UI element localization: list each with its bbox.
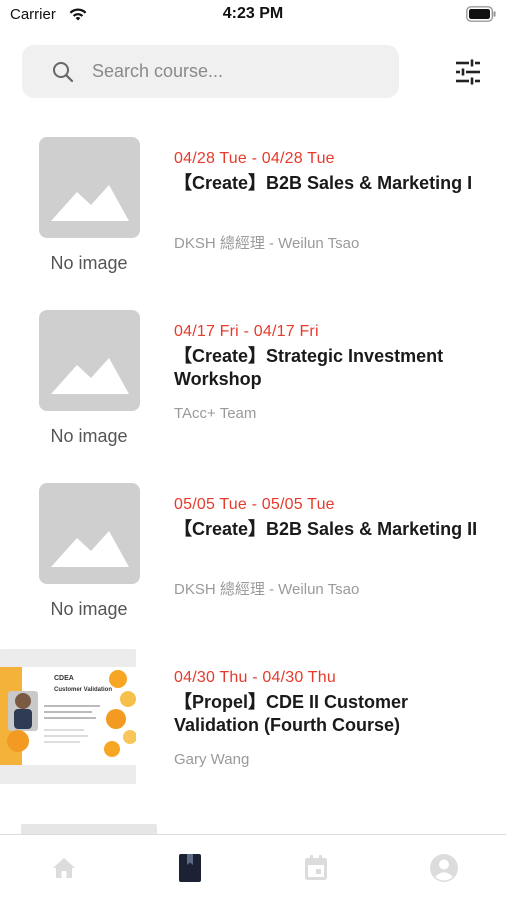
search-bar[interactable] [22,45,399,98]
image-placeholder-icon [39,137,140,238]
course-card[interactable]: CDEA Customer Validation 04/30 Thu - 04/… [0,639,506,812]
no-image-label: No image [50,426,128,446]
status-time: 4:23 PM [222,5,284,22]
battery-icon [466,6,496,22]
home-icon [53,858,75,878]
course-card[interactable]: No image 05/05 Tue - 05/05 Tue 【Create】B… [0,466,506,639]
course-card[interactable]: No image 04/28 Tue - 04/28 Tue 【Create】B… [0,120,506,293]
course-title[interactable]: 【Create】B2B Sales & Marketing I [174,172,494,195]
course-date: 04/28 Tue - 04/28 Tue [174,150,335,167]
course-thumbnail: No image [21,305,157,446]
course-thumbnail: No image [21,478,157,619]
course-card[interactable]: No image 04/17 Fri - 04/17 Fri 【Create】S… [0,293,506,466]
course-thumbnail-image: CDEA Customer Validation [0,649,136,784]
course-instructor: Gary Wang [174,751,250,768]
calendar-icon [305,855,327,880]
image-placeholder-icon [39,310,140,411]
thumbnail-heading: CDEA [54,675,74,682]
search-icon [53,62,74,83]
search-input[interactable] [92,45,392,98]
course-instructor: DKSH 總經理 - Weilun Tsao [174,581,360,598]
thumbnail-subheading: Customer Validation [54,687,113,693]
course-title[interactable]: 【Create】Strategic Investment Workshop [174,345,494,391]
course-date: 04/17 Fri - 04/17 Fri [174,323,319,340]
no-image-label: No image [50,253,128,273]
course-list: No image 04/28 Tue - 04/28 Tue 【Create】B… [0,120,506,812]
course-title[interactable]: 【Create】B2B Sales & Marketing II [174,518,494,541]
image-placeholder-icon [39,483,140,584]
account-icon [430,854,458,882]
course-date: 05/05 Tue - 05/05 Tue [174,496,335,513]
tab-courses[interactable] [170,851,210,885]
book-icon [179,854,201,882]
course-thumbnail: No image [21,132,157,273]
sliders-icon [456,59,480,85]
status-bar: Carrier 4:23 PM [0,0,506,30]
course-instructor: TAcc+ Team [174,405,257,422]
course-date: 04/30 Thu - 04/30 Thu [174,669,336,686]
course-title[interactable]: 【Propel】CDE II Customer Validation (Four… [174,691,494,737]
tab-home[interactable] [44,851,84,885]
tab-bar [0,834,506,900]
filter-button[interactable] [448,54,488,90]
no-image-label: No image [50,599,128,619]
tab-calendar[interactable] [296,851,336,885]
course-instructor: DKSH 總經理 - Weilun Tsao [174,235,360,252]
tab-profile[interactable] [424,851,464,885]
